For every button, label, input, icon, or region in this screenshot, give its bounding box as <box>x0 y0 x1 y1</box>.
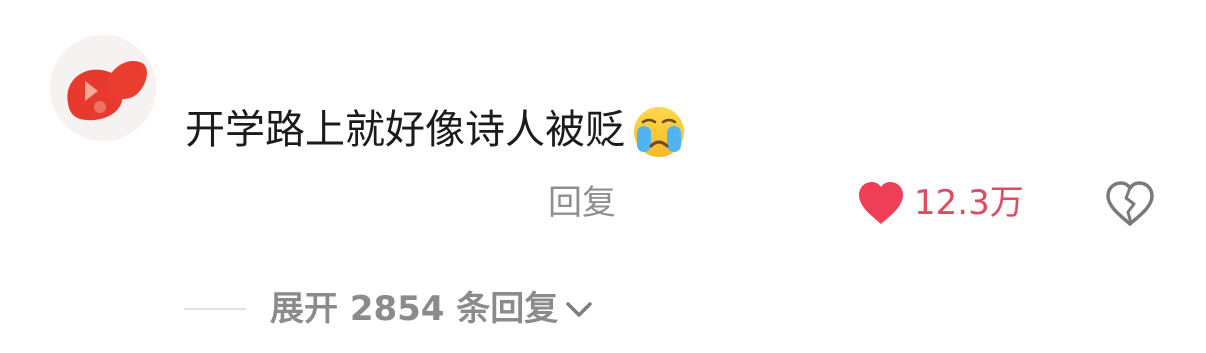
heart-icon[interactable] <box>856 180 906 226</box>
expand-replies-button[interactable]: 展开 2854 条回复 <box>184 284 594 334</box>
comment-body: 开学路上就好像诗人被贬 <box>185 107 625 153</box>
avatar[interactable] <box>50 35 156 141</box>
reply-button[interactable]: 回复 <box>548 181 616 225</box>
comment-item: 开学路上就好像诗人被贬 回复 12.3万 展开 2854 条回复 <box>0 0 1206 353</box>
crying-face-emoji <box>634 107 684 157</box>
broken-heart-icon[interactable] <box>1104 180 1156 228</box>
chevron-down-icon <box>566 302 593 317</box>
divider-line <box>184 308 246 310</box>
like-button[interactable]: 12.3万 <box>856 178 1024 228</box>
expand-replies-label: 展开 2854 条回复 <box>270 289 559 329</box>
like-count: 12.3万 <box>914 183 1024 223</box>
avatar-image <box>50 35 156 141</box>
comment-text: 开学路上就好像诗人被贬 <box>185 100 689 160</box>
